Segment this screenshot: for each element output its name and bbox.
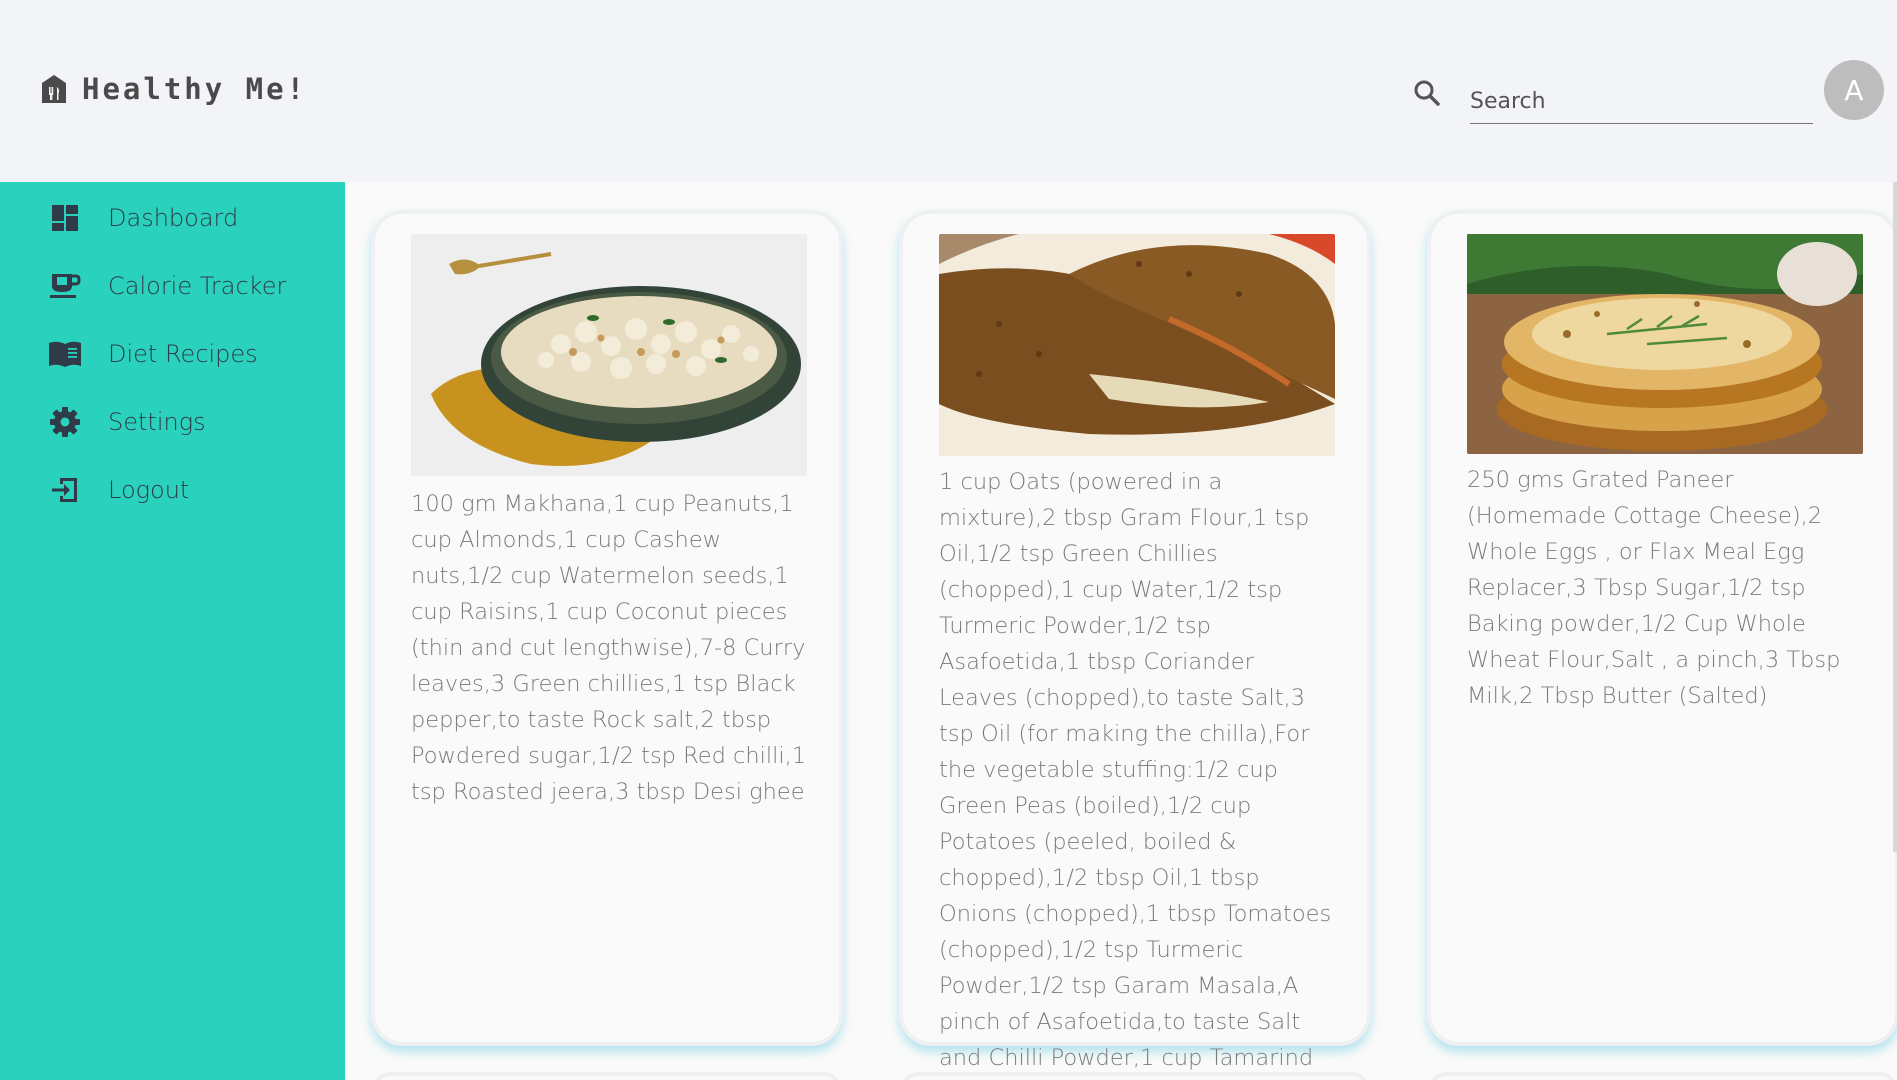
sidebar-item-label: Settings <box>108 408 206 436</box>
app-title: Healthy Me! <box>82 72 308 106</box>
paneer-pancakes-photo <box>1467 234 1863 454</box>
sidebar-item-label: Dashboard <box>108 204 239 232</box>
search-bar <box>1410 72 1813 126</box>
avatar[interactable]: A <box>1824 60 1884 120</box>
menu-book-icon <box>48 337 82 371</box>
search-icon[interactable] <box>1410 76 1444 110</box>
oats-chilla-photo <box>939 234 1335 456</box>
sidebar-item-label: Logout <box>108 476 190 504</box>
coffee-cup-icon <box>48 269 82 303</box>
sidebar: Dashboard Calorie Tracker Diet Recipes S… <box>0 182 345 1080</box>
recipe-ingredients: 100 gm Makhana,1 cup Peanuts,1 cup Almon… <box>411 491 807 805</box>
recipe-ingredients: 250 gms Grated Paneer (Homemade Cottage … <box>1467 467 1841 709</box>
recipe-card[interactable]: 250 gms Grated Paneer (Homemade Cottage … <box>1427 210 1897 1046</box>
sidebar-item-dashboard[interactable]: Dashboard <box>48 198 238 238</box>
sidebar-item-label: Calorie Tracker <box>108 272 287 300</box>
logout-icon <box>48 473 82 507</box>
sidebar-item-calorie-tracker[interactable]: Calorie Tracker <box>48 266 286 306</box>
search-input[interactable] <box>1470 84 1813 124</box>
gear-icon <box>48 405 82 439</box>
sidebar-item-settings[interactable]: Settings <box>48 402 206 442</box>
sidebar-item-label: Diet Recipes <box>108 340 258 368</box>
restaurant-home-icon <box>40 73 68 105</box>
sidebar-item-logout[interactable]: Logout <box>48 470 189 510</box>
recipe-card[interactable] <box>899 1072 1371 1080</box>
recipe-card[interactable] <box>1427 1072 1897 1080</box>
recipe-card[interactable] <box>371 1072 843 1080</box>
app-header: Healthy Me! A <box>0 0 1897 182</box>
recipe-card[interactable]: 100 gm Makhana,1 cup Peanuts,1 cup Almon… <box>371 210 843 1046</box>
dashboard-icon <box>48 201 82 235</box>
scrollbar[interactable] <box>1893 182 1897 852</box>
recipe-ingredients: 1 cup Oats (powered in a mixture),2 tbsp… <box>939 469 1332 1071</box>
sidebar-item-diet-recipes[interactable]: Diet Recipes <box>48 334 258 374</box>
makhana-mixture-bowl-photo <box>411 234 807 476</box>
brand[interactable]: Healthy Me! <box>40 72 307 106</box>
recipes-grid: 100 gm Makhana,1 cup Peanuts,1 cup Almon… <box>345 182 1897 1080</box>
recipe-card[interactable]: 1 cup Oats (powered in a mixture),2 tbsp… <box>899 210 1371 1071</box>
